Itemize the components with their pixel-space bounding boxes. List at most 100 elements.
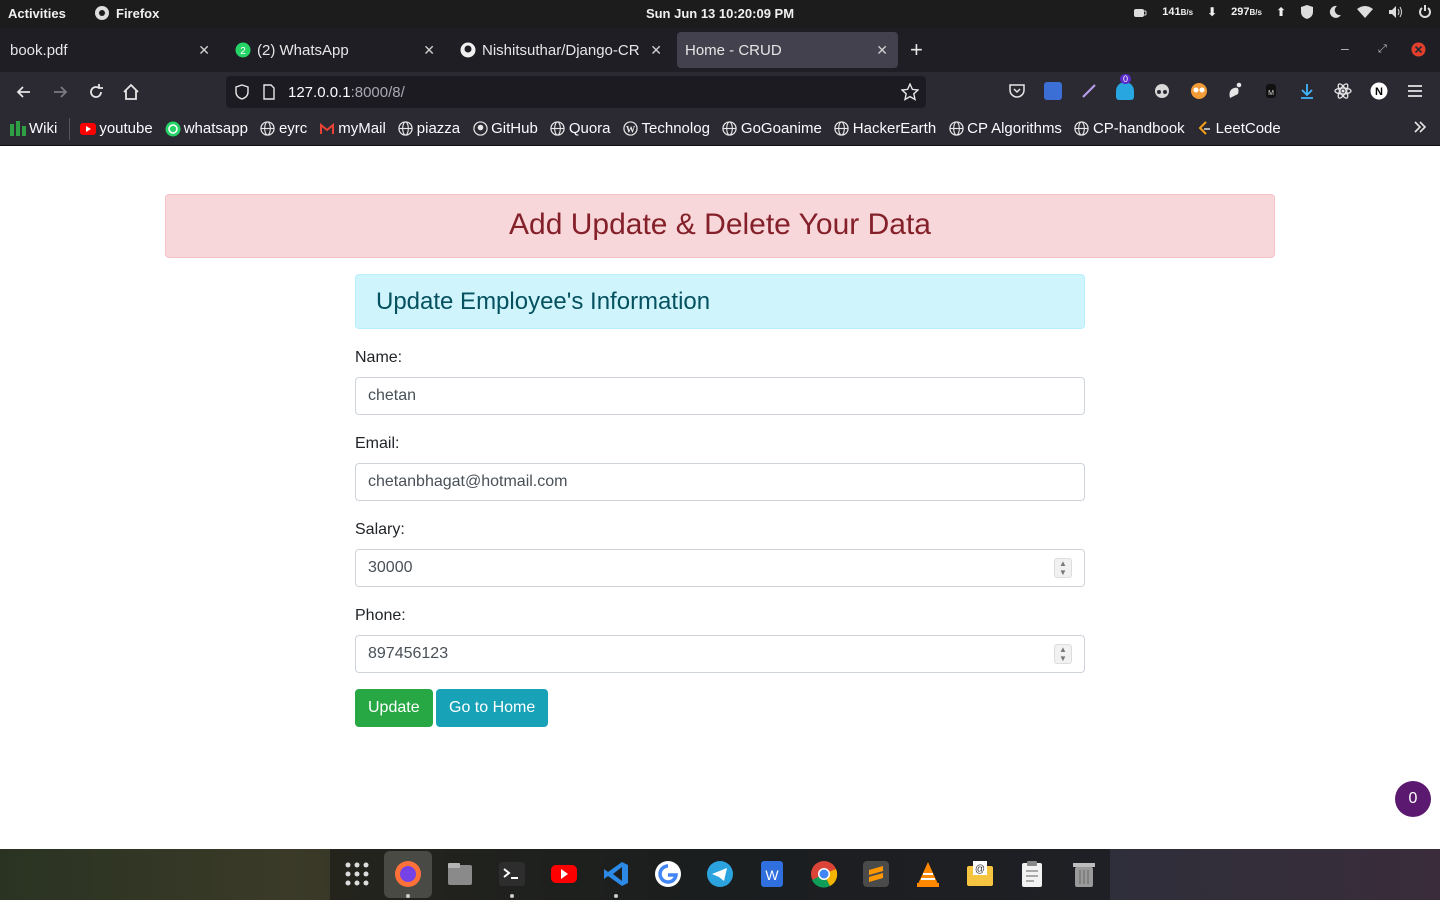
- bookmark-youtube[interactable]: youtube: [80, 120, 153, 137]
- system-top-bar: Activities Firefox Sun Jun 13 10:20:09 P…: [0, 0, 1440, 28]
- bookmark-star-icon[interactable]: [901, 83, 919, 101]
- bookmark-label: myMail: [338, 120, 386, 137]
- clipboard-icon[interactable]: [1018, 860, 1046, 888]
- bookmark-label: HackerEarth: [852, 120, 937, 137]
- gnome-icon[interactable]: [1226, 82, 1244, 100]
- arrow-down-icon: ⬇: [1207, 5, 1218, 19]
- close-icon[interactable]: ✕: [198, 42, 210, 59]
- minimize-button[interactable]: –: [1341, 40, 1349, 56]
- new-tab-button[interactable]: +: [910, 37, 923, 63]
- files-icon[interactable]: [446, 860, 474, 888]
- update-button[interactable]: Update: [355, 689, 433, 727]
- bookmark-quora[interactable]: Quora: [550, 120, 611, 137]
- google-icon[interactable]: [654, 860, 682, 888]
- globe-icon: [260, 121, 276, 137]
- tab-label: Nishitsuthar/Django-CR: [482, 41, 640, 59]
- wordpress-icon: W: [623, 121, 639, 137]
- bookmark-cp-handbook[interactable]: CP-handbook: [1074, 120, 1185, 137]
- bookmark-piazza[interactable]: piazza: [398, 120, 460, 137]
- telegram-icon[interactable]: [706, 860, 734, 888]
- phone-stepper[interactable]: ▲ ▼: [1054, 644, 1072, 664]
- system-tray[interactable]: 141B/s ⬇ 297B/s ⬆: [1132, 4, 1432, 20]
- sublime-text-icon[interactable]: [862, 860, 890, 888]
- svg-text:@: @: [975, 864, 985, 875]
- terminal-icon[interactable]: [498, 860, 526, 888]
- ghost-icon: [1116, 82, 1134, 100]
- chevron-double-right-icon[interactable]: [1412, 119, 1428, 135]
- bookmark-technolog[interactable]: W Technolog: [623, 120, 710, 137]
- phone-input[interactable]: [355, 635, 1085, 673]
- url-bar[interactable]: 127.0.0.1:8000/8/: [226, 76, 926, 108]
- back-icon[interactable]: [14, 82, 34, 102]
- close-icon[interactable]: ✕: [650, 42, 662, 59]
- bookmark-eyrc[interactable]: eyrc: [260, 120, 307, 137]
- close-window-button[interactable]: [1411, 42, 1426, 57]
- salary-label: Salary:: [355, 521, 405, 538]
- tab-whatsapp[interactable]: 2 (2) WhatsApp ✕: [225, 32, 445, 68]
- salary-stepper[interactable]: ▲ ▼: [1054, 558, 1072, 578]
- firefox-dock-icon[interactable]: [394, 860, 422, 888]
- bookmark-wiki[interactable]: Wiki: [10, 120, 57, 137]
- phone-label: Phone:: [355, 607, 406, 624]
- close-icon[interactable]: ✕: [423, 42, 435, 59]
- bookmark-leetcode[interactable]: LeetCode: [1197, 120, 1281, 137]
- tab-label: (2) WhatsApp: [257, 41, 349, 59]
- mail-icon[interactable]: @: [966, 860, 994, 888]
- bookmark-label: youtube: [99, 120, 153, 137]
- bookmark-hackerearth[interactable]: HackerEarth: [834, 120, 936, 137]
- notion-icon[interactable]: N: [1370, 82, 1388, 100]
- hamburger-menu-icon[interactable]: [1406, 82, 1424, 100]
- pen-icon[interactable]: [1080, 82, 1098, 100]
- firefox-icon: [95, 6, 109, 20]
- youtube-dock-icon[interactable]: [550, 860, 578, 888]
- bookmark-cp-algorithms[interactable]: CP Algorithms: [948, 120, 1062, 137]
- bookmark-label: Technolog: [641, 120, 710, 137]
- bookmark-label: LeetCode: [1215, 120, 1281, 137]
- email-input[interactable]: [355, 463, 1085, 501]
- globe-icon: [550, 121, 566, 137]
- go-to-home-button[interactable]: Go to Home: [436, 689, 549, 727]
- chat-widget-button[interactable]: 0: [1395, 781, 1431, 817]
- page-info-icon[interactable]: [262, 84, 276, 100]
- vscode-icon[interactable]: [602, 860, 630, 888]
- chrome-icon[interactable]: [810, 860, 838, 888]
- react-devtools-icon[interactable]: [1334, 82, 1352, 100]
- close-icon[interactable]: ✕: [876, 42, 888, 59]
- reload-icon[interactable]: [86, 82, 106, 102]
- incognito-icon[interactable]: [1152, 82, 1172, 100]
- bookmark-whatsapp[interactable]: whatsapp: [165, 120, 248, 137]
- forward-icon[interactable]: [50, 82, 70, 102]
- restore-button[interactable]: ⤢: [1378, 43, 1387, 56]
- download-icon[interactable]: [1298, 82, 1316, 100]
- night-light-icon: [1329, 5, 1341, 18]
- name-input[interactable]: [355, 377, 1085, 415]
- running-indicator: [510, 894, 514, 898]
- vlc-icon[interactable]: [914, 860, 942, 888]
- globe-icon: [398, 121, 414, 137]
- tab-home-crud[interactable]: Home - CRUD ✕: [677, 32, 898, 68]
- wps-writer-icon[interactable]: W: [758, 860, 786, 888]
- pocket-icon[interactable]: [1008, 82, 1026, 100]
- trash-icon[interactable]: [1070, 860, 1098, 888]
- ghostery-extension[interactable]: 0: [1116, 74, 1134, 100]
- salary-input[interactable]: [355, 549, 1085, 587]
- power-icon: [1419, 5, 1431, 18]
- bookmark-mymail[interactable]: myMail: [319, 120, 386, 137]
- tab-book-pdf[interactable]: book.pdf ✕: [0, 32, 220, 68]
- tracking-shield-icon[interactable]: [234, 84, 250, 100]
- app-grid-icon[interactable]: [343, 860, 371, 888]
- activities-button[interactable]: Activities: [8, 6, 66, 21]
- wiki-icon: [10, 120, 26, 137]
- translate-icon[interactable]: [1044, 82, 1062, 100]
- home-icon[interactable]: [121, 82, 141, 102]
- arrow-up-icon: ⬆: [1275, 5, 1286, 19]
- tab-github[interactable]: Nishitsuthar/Django-CR ✕: [450, 32, 672, 68]
- bookmark-label: CP-handbook: [1092, 120, 1185, 137]
- bookmark-label: Wiki: [29, 120, 58, 137]
- app-menu[interactable]: Firefox: [94, 5, 159, 21]
- mascot-icon[interactable]: [1190, 82, 1208, 100]
- bookmark-gogoanime[interactable]: GoGoanime: [722, 120, 822, 137]
- bookmark-github[interactable]: GitHub: [472, 120, 538, 137]
- mail-extension-icon[interactable]: M: [1262, 82, 1280, 100]
- url-text[interactable]: 127.0.0.1:8000/8/: [288, 84, 405, 101]
